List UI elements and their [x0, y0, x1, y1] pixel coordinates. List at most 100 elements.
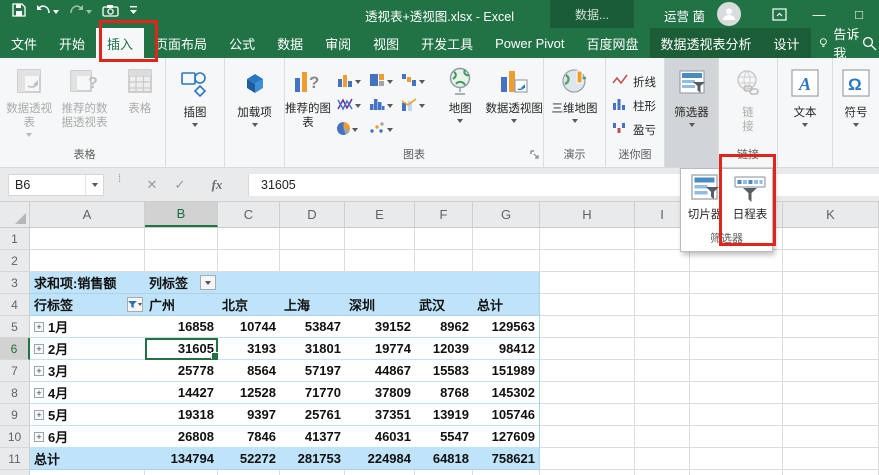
table-button[interactable]: 表格 [115, 64, 165, 116]
tab-页面布局[interactable]: 页面布局 [144, 28, 218, 58]
column-header-A[interactable]: A [30, 202, 145, 227]
cell-G12[interactable] [473, 470, 540, 475]
cell-B1[interactable] [145, 228, 218, 250]
row-header-1[interactable]: 1 [0, 228, 30, 250]
cell-C6[interactable]: 3193 [218, 338, 280, 360]
cell-D11[interactable]: 281753 [280, 448, 345, 470]
expand-icon[interactable]: + [34, 344, 44, 354]
cell-C4[interactable]: 北京 [218, 294, 280, 316]
cell-H8[interactable] [540, 382, 635, 404]
cell-G9[interactable]: 105746 [473, 404, 540, 426]
cell-E5[interactable]: 39152 [345, 316, 415, 338]
cell-J12[interactable] [690, 470, 783, 475]
expand-icon[interactable]: + [34, 366, 44, 376]
cell-E4[interactable]: 深圳 [345, 294, 415, 316]
cell-C1[interactable] [218, 228, 280, 250]
cell-G7[interactable]: 151989 [473, 360, 540, 382]
cell-D6[interactable]: 31801 [280, 338, 345, 360]
cell-J5[interactable] [690, 316, 783, 338]
timeline-menu-item[interactable]: 日程表 [728, 173, 772, 229]
sparkline-折线-button[interactable]: 折线 [610, 70, 656, 94]
cell-H2[interactable] [540, 250, 635, 272]
cell-D8[interactable]: 71770 [280, 382, 345, 404]
cell-J11[interactable] [690, 448, 783, 470]
sparkline-盈亏-button[interactable]: 盈亏 [610, 118, 656, 142]
cell-D10[interactable]: 41377 [280, 426, 345, 448]
cell-J10[interactable] [690, 426, 783, 448]
cell-I7[interactable] [635, 360, 690, 382]
cell-A2[interactable] [30, 250, 145, 272]
cell-E1[interactable] [345, 228, 415, 250]
cell-A6[interactable]: +2月 [30, 338, 145, 360]
cell-D4[interactable]: 上海 [280, 294, 345, 316]
cell-C11[interactable]: 52272 [218, 448, 280, 470]
cell-A1[interactable] [30, 228, 145, 250]
cell-A4[interactable]: 行标签 [30, 294, 145, 316]
camera-button[interactable] [102, 4, 119, 17]
cell-H5[interactable] [540, 316, 635, 338]
cell-I11[interactable] [635, 448, 690, 470]
cell-C5[interactable]: 10744 [218, 316, 280, 338]
maximize-button[interactable]: □ [846, 4, 872, 24]
cell-D9[interactable]: 25761 [280, 404, 345, 426]
cell-A9[interactable]: +5月 [30, 404, 145, 426]
confirm-entry-button[interactable]: ✓ [168, 174, 192, 196]
cell-C2[interactable] [218, 250, 280, 272]
cell-J6[interactable] [690, 338, 783, 360]
tab-审阅[interactable]: 审阅 [314, 28, 362, 58]
cell-H10[interactable] [540, 426, 635, 448]
tab-百度网盘[interactable]: 百度网盘 [576, 28, 650, 58]
cell-E2[interactable] [345, 250, 415, 272]
cell-B9[interactable]: 19318 [145, 404, 218, 426]
row-label-filter-button[interactable] [127, 297, 143, 312]
column-header-C[interactable]: C [218, 202, 280, 227]
cell-G11[interactable]: 758621 [473, 448, 540, 470]
cell-D3[interactable] [280, 272, 345, 294]
cell-K9[interactable] [783, 404, 879, 426]
cell-C10[interactable]: 7846 [218, 426, 280, 448]
column-chart-button[interactable] [335, 68, 367, 92]
tab-开发工具[interactable]: 开发工具 [410, 28, 484, 58]
row-header-11[interactable]: 11 [0, 448, 30, 470]
column-header-E[interactable]: E [345, 202, 415, 227]
row-header-6[interactable]: 6 [0, 338, 30, 360]
cell-D2[interactable] [280, 250, 345, 272]
cell-I9[interactable] [635, 404, 690, 426]
column-header-G[interactable]: G [473, 202, 540, 227]
cell-I3[interactable] [635, 272, 690, 294]
context-tool-badge[interactable]: 数据... [550, 0, 634, 28]
map3d-button[interactable]: 三维地图 [547, 64, 603, 123]
cell-G8[interactable]: 145302 [473, 382, 540, 404]
cell-F12[interactable] [415, 470, 473, 475]
text-button[interactable]: A 文本 [779, 64, 831, 127]
customize-qat-button[interactable] [129, 6, 138, 15]
column-header-K[interactable]: K [783, 202, 879, 227]
cell-C3[interactable] [218, 272, 280, 294]
column-header-B[interactable]: B [145, 202, 218, 227]
pie-chart-button[interactable] [335, 116, 367, 140]
cell-A12[interactable] [30, 470, 145, 475]
slicer-menu-item[interactable]: 切片器 [683, 173, 727, 229]
cell-F6[interactable]: 12039 [415, 338, 473, 360]
combo-chart-button[interactable] [399, 92, 435, 116]
tab-开始[interactable]: 开始 [48, 28, 96, 58]
link-button[interactable]: 链接 [731, 64, 765, 134]
cell-K2[interactable] [783, 250, 879, 272]
cell-B5[interactable]: 16858 [145, 316, 218, 338]
row-header-5[interactable]: 5 [0, 316, 30, 338]
recommended-pivottables-button[interactable]: ? 推荐的数据透视表 [56, 64, 112, 130]
cell-I6[interactable] [635, 338, 690, 360]
cell-J4[interactable] [690, 294, 783, 316]
formula-input[interactable]: 31605 [248, 174, 879, 196]
cell-I4[interactable] [635, 294, 690, 316]
cell-G5[interactable]: 129563 [473, 316, 540, 338]
cell-J9[interactable] [690, 404, 783, 426]
save-button[interactable] [12, 3, 26, 17]
cell-A11[interactable]: 总计 [30, 448, 145, 470]
cell-B2[interactable] [145, 250, 218, 272]
cell-J8[interactable] [690, 382, 783, 404]
tab-插入[interactable]: 插入 [96, 28, 144, 58]
cell-K5[interactable] [783, 316, 879, 338]
cell-E12[interactable] [345, 470, 415, 475]
cell-A5[interactable]: +1月 [30, 316, 145, 338]
